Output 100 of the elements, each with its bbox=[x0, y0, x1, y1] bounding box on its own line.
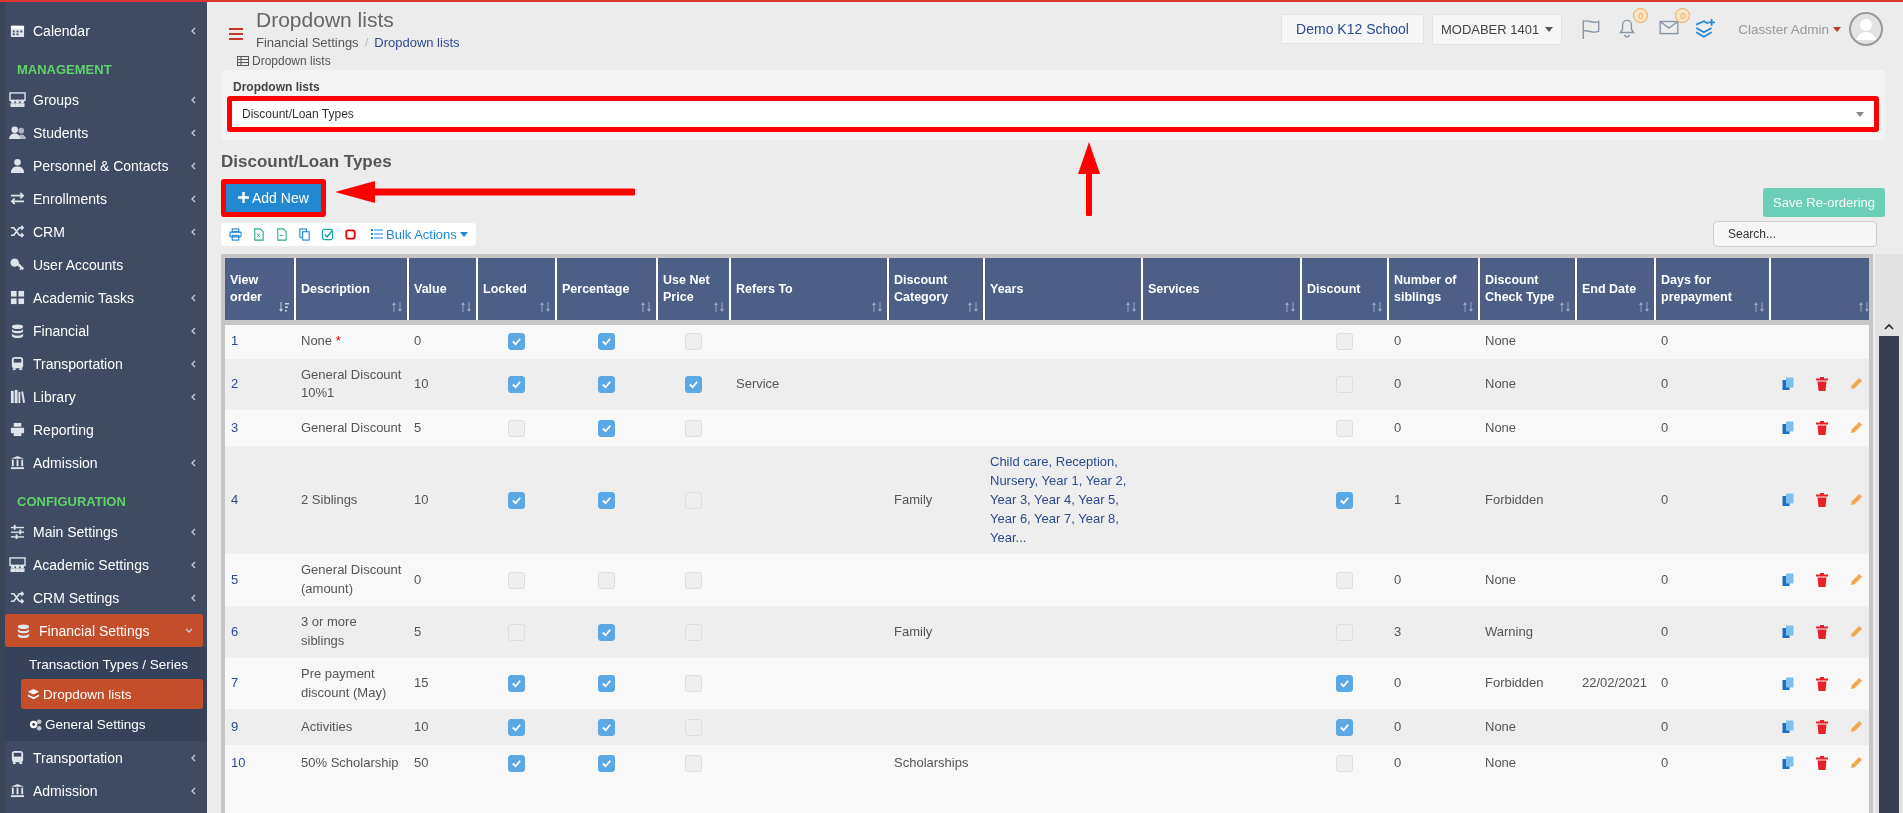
checkbox[interactable] bbox=[508, 491, 525, 509]
column-header[interactable]: Use Net Price bbox=[657, 258, 730, 323]
checkbox[interactable] bbox=[1336, 491, 1353, 509]
sort-icon[interactable] bbox=[714, 302, 724, 312]
checkbox[interactable] bbox=[598, 491, 615, 509]
column-header[interactable]: Number of siblings bbox=[1388, 258, 1479, 323]
sort-icon[interactable] bbox=[392, 302, 402, 312]
sidebar-item[interactable]: Admission bbox=[5, 446, 207, 479]
sidebar-item[interactable]: Financial Settings bbox=[5, 614, 203, 647]
chevron-up-icon[interactable] bbox=[1884, 324, 1895, 330]
copy-icon[interactable] bbox=[1782, 421, 1794, 436]
pencil-icon[interactable] bbox=[1850, 493, 1863, 507]
sort-icon[interactable] bbox=[1754, 302, 1764, 312]
copy-icon[interactable] bbox=[1782, 676, 1794, 691]
trash-icon[interactable] bbox=[1816, 720, 1828, 735]
sort-icon[interactable] bbox=[461, 302, 471, 312]
sidebar-item[interactable]: Reporting bbox=[5, 413, 207, 446]
checkbox[interactable] bbox=[598, 755, 615, 773]
checkbox[interactable] bbox=[508, 675, 525, 693]
trash-icon[interactable] bbox=[1816, 624, 1828, 639]
sidebar-item[interactable]: Financial bbox=[5, 314, 207, 347]
pencil-icon[interactable] bbox=[1850, 573, 1863, 587]
column-header[interactable]: Discount bbox=[1301, 258, 1388, 323]
sort-icon[interactable] bbox=[1126, 302, 1136, 312]
spreadsheet-file-icon[interactable] bbox=[252, 227, 265, 241]
sidebar-item[interactable]: Enrollments bbox=[5, 182, 207, 215]
pencil-icon[interactable] bbox=[1850, 676, 1863, 690]
column-header[interactable]: Percentage bbox=[556, 258, 657, 323]
avatar-icon[interactable] bbox=[1849, 12, 1883, 46]
sort-icon[interactable] bbox=[1463, 302, 1473, 312]
file-icon[interactable] bbox=[275, 227, 288, 241]
check-square-icon[interactable] bbox=[321, 227, 334, 241]
dropdown-select[interactable]: Discount/Loan Types bbox=[232, 101, 1874, 127]
sidebar-item[interactable]: CRM bbox=[5, 215, 207, 248]
sort-icon[interactable] bbox=[1372, 302, 1382, 312]
scrollbar[interactable] bbox=[1875, 254, 1903, 813]
sort-icon[interactable] bbox=[1639, 302, 1649, 312]
sidebar-item[interactable]: Library bbox=[5, 380, 207, 413]
pencil-icon[interactable] bbox=[1850, 756, 1863, 770]
menu-icon[interactable] bbox=[229, 28, 243, 40]
checkbox[interactable] bbox=[508, 333, 525, 351]
breadcrumb-link[interactable]: Financial Settings bbox=[256, 35, 359, 50]
checkbox[interactable] bbox=[598, 376, 615, 393]
checkbox[interactable] bbox=[598, 623, 615, 641]
trash-icon[interactable] bbox=[1816, 676, 1828, 691]
checkbox[interactable] bbox=[508, 719, 525, 737]
pencil-icon[interactable] bbox=[1850, 421, 1863, 435]
checkbox[interactable] bbox=[598, 675, 615, 693]
sort-icon[interactable] bbox=[968, 302, 978, 312]
copy-icon[interactable] bbox=[1782, 493, 1794, 508]
copy-icon[interactable] bbox=[1782, 377, 1794, 392]
submenu-item[interactable]: General Settings bbox=[5, 709, 207, 739]
search-field[interactable]: Search... bbox=[1713, 221, 1877, 247]
sidebar-item[interactable]: Personnel & Contacts bbox=[5, 149, 207, 182]
sort-icon[interactable] bbox=[641, 302, 651, 312]
checkbox[interactable] bbox=[508, 376, 525, 393]
submenu-item[interactable]: Dropdown lists bbox=[21, 679, 203, 709]
column-header[interactable]: View order bbox=[225, 258, 295, 323]
trash-icon[interactable] bbox=[1816, 377, 1828, 392]
copy-icon[interactable] bbox=[1782, 573, 1794, 588]
sort-icon[interactable] bbox=[1859, 302, 1869, 312]
sidebar-item[interactable]: Transportation bbox=[5, 741, 207, 774]
pencil-icon[interactable] bbox=[1850, 624, 1863, 638]
checkbox[interactable] bbox=[598, 419, 615, 437]
checkbox[interactable] bbox=[1336, 719, 1353, 737]
add-new-button[interactable]: Add New bbox=[226, 183, 321, 212]
checkbox[interactable] bbox=[685, 376, 702, 393]
submenu-item[interactable]: Transaction Types / Series bbox=[5, 649, 207, 679]
column-header[interactable]: Years bbox=[984, 258, 1142, 323]
sort-icon[interactable] bbox=[1560, 302, 1570, 312]
checkbox[interactable] bbox=[598, 719, 615, 737]
sidebar-item[interactable]: User Accounts bbox=[5, 248, 207, 281]
checkbox[interactable] bbox=[1336, 675, 1353, 693]
sidebar-item[interactable]: Transportation bbox=[5, 347, 207, 380]
sort-icon[interactable] bbox=[1285, 302, 1295, 312]
trash-icon[interactable] bbox=[1816, 421, 1828, 436]
copy-icon[interactable] bbox=[1782, 720, 1794, 735]
pencil-icon[interactable] bbox=[1850, 720, 1863, 734]
copy-icon[interactable] bbox=[1782, 756, 1794, 771]
copy-icon[interactable] bbox=[1782, 624, 1794, 639]
trash-icon[interactable] bbox=[1816, 756, 1828, 771]
column-header[interactable]: Services bbox=[1142, 258, 1301, 323]
checkbox[interactable] bbox=[508, 755, 525, 773]
sidebar-item[interactable]: Academic Settings bbox=[5, 548, 207, 581]
sidebar-item[interactable]: Groups bbox=[5, 83, 207, 116]
column-header[interactable]: Refers To bbox=[730, 258, 888, 323]
school-button[interactable]: Demo K12 School bbox=[1281, 14, 1424, 44]
column-header[interactable]: Discount Check Type bbox=[1479, 258, 1576, 323]
column-header[interactable]: End Date bbox=[1576, 258, 1655, 323]
sidebar-item[interactable]: Calendar bbox=[5, 14, 207, 47]
trash-icon[interactable] bbox=[1816, 573, 1828, 588]
column-header[interactable] bbox=[1770, 258, 1870, 323]
sort-icon[interactable] bbox=[540, 302, 550, 312]
column-header[interactable]: Locked bbox=[477, 258, 556, 323]
copy-icon[interactable] bbox=[298, 227, 311, 241]
year-dropdown[interactable]: MODABER 1401 bbox=[1431, 13, 1563, 45]
column-header[interactable]: Description bbox=[295, 258, 408, 323]
checkbox[interactable] bbox=[598, 333, 615, 351]
column-header[interactable]: Discount Category bbox=[888, 258, 984, 323]
breadcrumb-link[interactable]: Dropdown lists bbox=[374, 35, 460, 50]
